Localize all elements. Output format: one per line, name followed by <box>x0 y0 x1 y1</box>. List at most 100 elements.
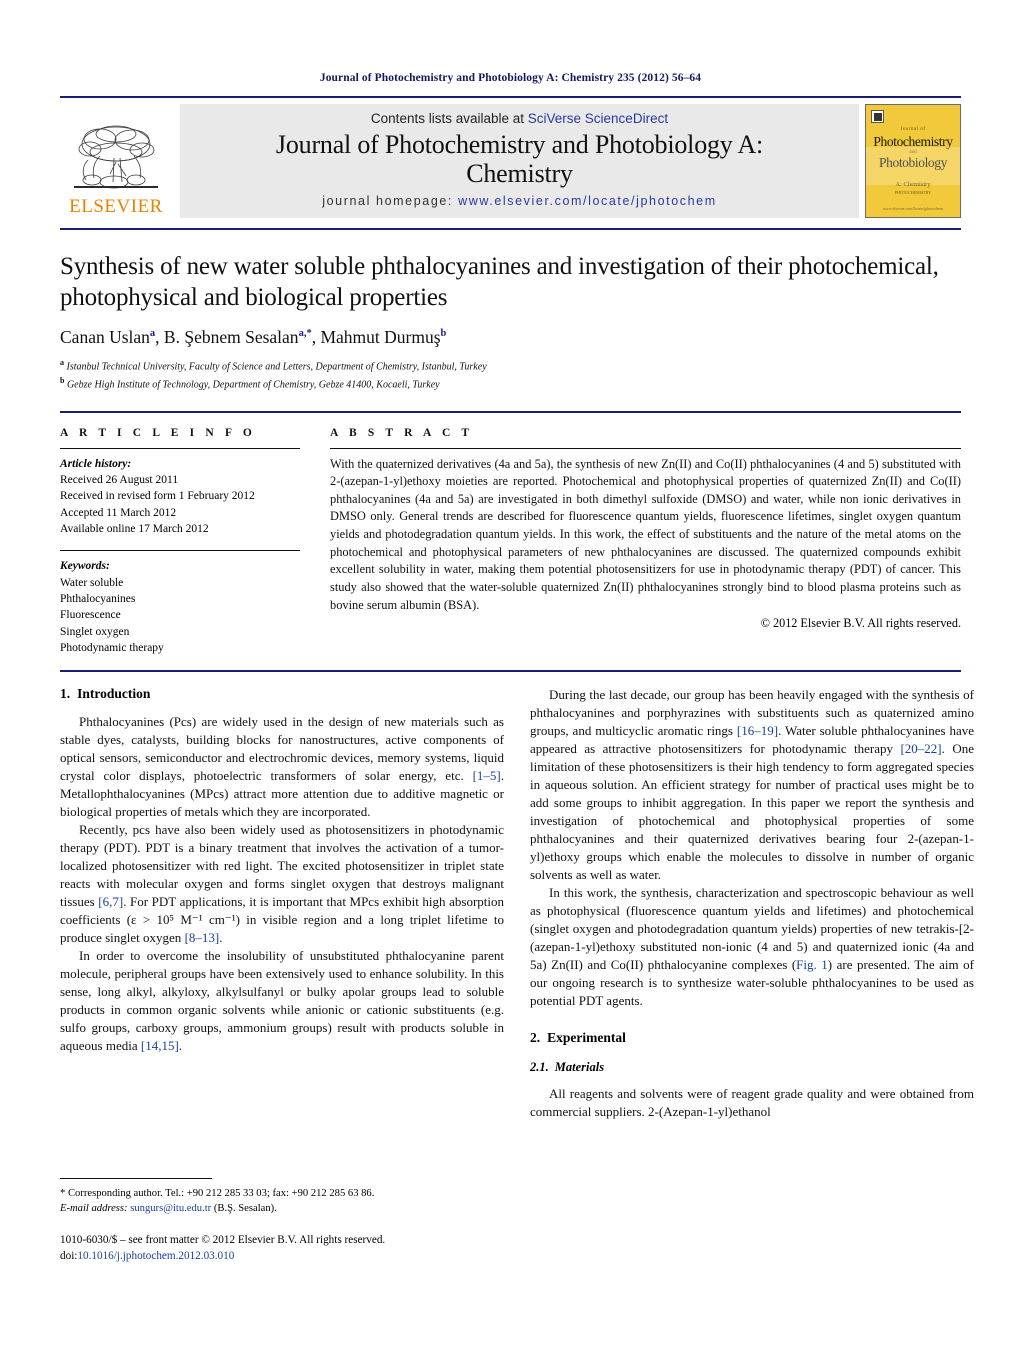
history-online: Available online 17 March 2012 <box>60 522 209 535</box>
article-info-rule <box>60 447 300 449</box>
body-columns: 1. Introduction Phthalocyanines (Pcs) are… <box>60 686 974 1121</box>
elsevier-tree-icon <box>74 125 158 189</box>
elsevier-logo: ELSEVIER <box>60 104 172 218</box>
affiliation-a-mark: a <box>60 358 64 367</box>
doi-label: doi: <box>60 1250 78 1263</box>
paragraph: In this work, the synthesis, characteriz… <box>530 884 974 1010</box>
affiliation-a: a Istanbul Technical University, Faculty… <box>60 357 961 375</box>
footnote-block: * Corresponding author. Tel.: +90 212 28… <box>60 1178 504 1265</box>
author-1: Canan Uslan <box>60 327 150 347</box>
running-head: Journal of Photochemistry and Photobiolo… <box>319 72 702 84</box>
cover-publisher-mark-icon <box>871 110 884 123</box>
body-left-column: 1. Introduction Phthalocyanines (Pcs) are… <box>60 686 504 1121</box>
page-title: Synthesis of new water soluble phthalocy… <box>60 253 939 311</box>
contents-prefix: Contents lists available at <box>370 111 528 126</box>
email-note: E-mail address: sungurs@itu.edu.tr (B.Ş.… <box>60 1201 504 1216</box>
doi-link[interactable]: 10.1016/j.jphotochem.2012.03.010 <box>77 1250 234 1262</box>
issn-copyright-line: 1010-6030/$ – see front matter © 2012 El… <box>60 1234 386 1247</box>
citation-ref[interactable]: [1–5] <box>473 768 501 783</box>
contents-list-line: Contents lists available at SciVerse Sci… <box>371 111 668 126</box>
paper-page: Journal of Photochemistry and Photobiolo… <box>0 0 1021 1351</box>
title-block: Synthesis of new water soluble phthalocy… <box>60 252 961 393</box>
author-2: , B. Şebnem Sesalan <box>155 327 299 347</box>
journal-title-line-2: Chemistry <box>466 159 573 189</box>
cover-footer-url: www.elsevier.com/locate/jphotochem <box>882 206 944 211</box>
section-title: Introduction <box>77 686 151 702</box>
journal-masthead: ELSEVIER Contents lists available at Sci… <box>60 96 961 218</box>
paragraph-text: Phthalocyanines (Pcs) are widely used in… <box>60 714 504 784</box>
keyword-item: Phthalocyanines <box>60 592 136 605</box>
abstract-column: A B S T R A C T With the quaternized der… <box>330 427 961 657</box>
cover-small-top: Journal of <box>900 127 926 132</box>
keywords-group: Keywords: Water soluble Phthalocyanines … <box>60 558 300 656</box>
subsection-title: Materials <box>554 1060 605 1075</box>
subsection-number: 2.1. <box>530 1060 549 1075</box>
body-top-rule <box>60 670 961 673</box>
paragraph-text: . For PDT applications, it is important … <box>60 894 504 946</box>
doi-line: doi:10.1016/j.jphotochem.2012.03.010 <box>60 1248 504 1264</box>
section-heading-introduction: 1. Introduction <box>60 686 504 702</box>
citation-ref[interactable]: [14,15] <box>141 1038 179 1053</box>
corresponding-author-note: * Corresponding author. Tel.: +90 212 28… <box>60 1188 375 1199</box>
cover-highlight-band <box>866 147 960 185</box>
email-owner: (B.Ş. Sesalan). <box>211 1203 277 1215</box>
keyword-item: Singlet oxygen <box>60 625 130 638</box>
history-revised: Received in revised form 1 February 2012 <box>60 490 255 503</box>
homepage-label: journal homepage: <box>322 194 453 209</box>
article-history-group: Article history: Received 26 August 2011… <box>60 456 300 538</box>
paragraph: During the last decade, our group has be… <box>530 686 974 884</box>
history-accepted: Accepted 11 March 2012 <box>60 506 177 519</box>
keyword-item: Fluorescence <box>60 609 121 622</box>
affiliation-b-text: Gebze High Institute of Technology, Depa… <box>66 379 440 391</box>
section-number: 2. <box>530 1030 541 1046</box>
journal-cover-thumbnail: Journal of Photochemistry and Photobiolo… <box>865 104 961 218</box>
citation-ref[interactable]: [16–19] <box>737 723 778 738</box>
author-list: Canan Uslana, B. Şebnem Sesalana,*, Mahm… <box>60 327 961 348</box>
author-2-mark: a,* <box>298 328 312 340</box>
article-info-heading: A R T I C L E I N F O <box>60 426 256 439</box>
abstract-heading: A B S T R A C T <box>330 426 474 439</box>
paragraph-text: . <box>178 1038 183 1054</box>
section-number: 1. <box>60 686 71 702</box>
paragraph: In order to overcome the insolubility of… <box>60 947 504 1055</box>
journal-title: Journal of Photochemistry and Photobiolo… <box>276 130 763 188</box>
paragraph: All reagents and solvents were of reagen… <box>530 1086 974 1120</box>
email-link[interactable]: sungurs@itu.edu.tr <box>130 1203 211 1214</box>
paragraph: Phthalocyanines (Pcs) are widely used in… <box>60 713 504 821</box>
paragraph-text: In order to overcome the insolubility of… <box>60 948 504 1054</box>
abstract-copyright: © 2012 Elsevier B.V. All rights reserved… <box>760 616 961 631</box>
author-3-mark: b <box>440 328 447 340</box>
affiliation-a-text: Istanbul Technical University, Faculty o… <box>66 361 487 373</box>
affiliation-b: b Gebze High Institute of Technology, De… <box>60 375 961 393</box>
imprint-block: 1010-6030/$ – see front matter © 2012 El… <box>60 1232 504 1264</box>
citation-ref[interactable]: [6,7] <box>98 894 123 909</box>
article-info-column: A R T I C L E I N F O Article history: R… <box>60 427 300 657</box>
cover-subtitle-secondary: PHOTOCHEMISTRY <box>894 190 932 195</box>
journal-homepage-line: journal homepage: www.elsevier.com/locat… <box>322 194 717 208</box>
keywords-label: Keywords: <box>60 560 110 573</box>
journal-title-line-1: Journal of Photochemistry and Photobiolo… <box>275 130 764 159</box>
keyword-item: Water soluble <box>60 576 124 589</box>
homepage-url-link[interactable]: www.elsevier.com/locate/jphotochem <box>458 194 717 208</box>
paragraph-text: . <box>219 930 223 946</box>
keywords-rule <box>60 550 300 552</box>
abstract-rule <box>330 447 961 449</box>
section-title: Experimental <box>547 1030 626 1046</box>
keyword-item: Photodynamic therapy <box>60 641 164 654</box>
abstract-text: With the quaternized derivatives (4a and… <box>330 456 961 612</box>
masthead-bottom-rule <box>60 228 961 230</box>
info-abstract-region: A R T I C L E I N F O Article history: R… <box>60 410 961 657</box>
sciencedirect-link[interactable]: SciVerse ScienceDirect <box>528 111 668 126</box>
journal-band: Contents lists available at SciVerse Sci… <box>180 104 859 218</box>
affiliation-b-mark: b <box>60 375 65 385</box>
article-history-label: Article history: <box>60 457 132 470</box>
citation-ref[interactable]: [8–13] <box>185 930 220 945</box>
citation-ref[interactable]: [20–22] <box>900 741 941 756</box>
subsection-heading-materials: 2.1. Materials <box>530 1060 974 1075</box>
figure-ref[interactable]: Fig. 1 <box>796 957 828 972</box>
author-3: , Mahmut Durmuş <box>311 327 441 347</box>
paragraph-text: . One limitation of these photosensitize… <box>530 741 974 883</box>
paragraph: Recently, pcs have also been widely used… <box>60 821 504 947</box>
history-received: Received 26 August 2011 <box>60 473 179 486</box>
affiliation-list: a Istanbul Technical University, Faculty… <box>60 357 961 393</box>
